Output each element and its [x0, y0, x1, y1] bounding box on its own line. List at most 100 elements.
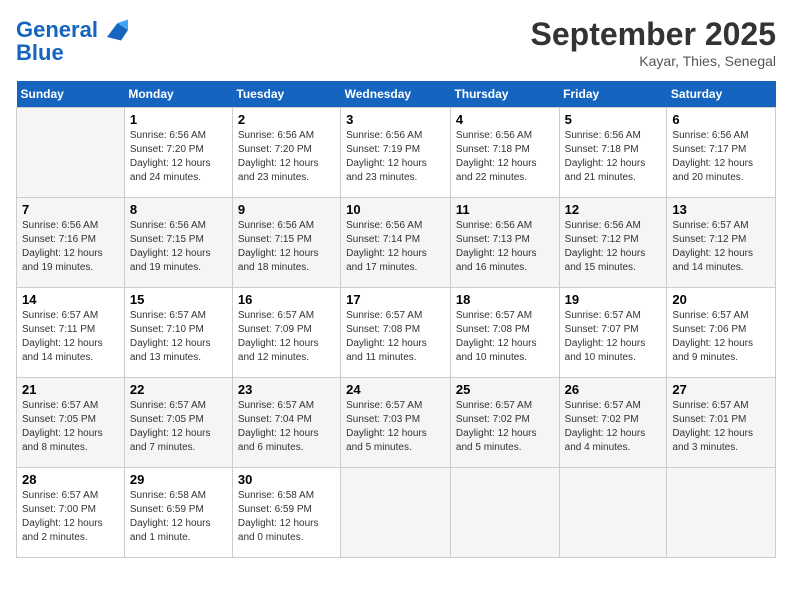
calendar-cell: 1Sunrise: 6:56 AM Sunset: 7:20 PM Daylig…: [124, 108, 232, 198]
calendar-body: 1Sunrise: 6:56 AM Sunset: 7:20 PM Daylig…: [17, 108, 776, 558]
day-header-saturday: Saturday: [667, 81, 776, 108]
day-header-thursday: Thursday: [450, 81, 559, 108]
calendar-cell: 4 Sunrise: 6:56 AM Sunset: 7:18 PM Daylig…: [450, 108, 559, 198]
day-info: Sunrise: 6:57 AM Sunset: 7:06 PM Dayligh…: [672, 309, 770, 365]
day-number: 23: [238, 382, 335, 397]
day-number: 27: [672, 382, 770, 397]
day-info: Sunrise: 6:56 AM Sunset: 7:20 PM Dayligh…: [238, 129, 335, 185]
calendar-cell: 21 Sunrise: 6:57 AM Sunset: 7:05 PM Dayli…: [17, 378, 125, 468]
day-info: Sunrise: 6:56 AM Sunset: 7:20 PM Dayligh…: [130, 129, 227, 185]
day-header-monday: Monday: [124, 81, 232, 108]
day-number: 3: [346, 112, 445, 127]
calendar-cell: 7Sunrise: 6:56 AM Sunset: 7:16 PM Daylig…: [17, 198, 125, 288]
calendar-cell: [341, 468, 451, 558]
calendar-week-row: 21 Sunrise: 6:57 AM Sunset: 7:05 PM Dayli…: [17, 378, 776, 468]
day-number: 22: [130, 382, 227, 397]
day-info: Sunrise: 6:57 AM Sunset: 7:02 PM Dayligh…: [456, 399, 554, 455]
calendar-cell: 15 Sunrise: 6:57 AM Sunset: 7:10 PM Dayli…: [124, 288, 232, 378]
calendar-cell: 14 Sunrise: 6:57 AM Sunset: 7:11 PM Dayli…: [17, 288, 125, 378]
calendar-cell: 26Sunrise: 6:57 AM Sunset: 7:02 PM Dayli…: [559, 378, 667, 468]
day-number: 16: [238, 292, 335, 307]
calendar-cell: [17, 108, 125, 198]
day-info: Sunrise: 6:57 AM Sunset: 7:04 PM Dayligh…: [238, 399, 335, 455]
calendar-cell: 24 Sunrise: 6:57 AM Sunset: 7:03 PM Dayli…: [341, 378, 451, 468]
day-info: Sunrise: 6:56 AM Sunset: 7:16 PM Dayligh…: [22, 219, 119, 275]
calendar-cell: 10Sunrise: 6:56 AM Sunset: 7:14 PM Dayli…: [341, 198, 451, 288]
day-number: 18: [456, 292, 554, 307]
calendar-cell: 9Sunrise: 6:56 AM Sunset: 7:15 PM Daylig…: [232, 198, 340, 288]
calendar-cell: 13 Sunrise: 6:57 AM Sunset: 7:12 PM Dayli…: [667, 198, 776, 288]
calendar-cell: 6Sunrise: 6:56 AM Sunset: 7:17 PM Daylig…: [667, 108, 776, 198]
day-info: Sunrise: 6:57 AM Sunset: 7:05 PM Dayligh…: [130, 399, 227, 455]
day-header-sunday: Sunday: [17, 81, 125, 108]
logo-text: General: [16, 18, 98, 42]
day-info: Sunrise: 6:56 AM Sunset: 7:18 PM Dayligh…: [565, 129, 662, 185]
day-number: 15: [130, 292, 227, 307]
day-info: Sunrise: 6:57 AM Sunset: 7:08 PM Dayligh…: [346, 309, 445, 365]
day-number: 26: [565, 382, 662, 397]
day-number: 9: [238, 202, 335, 217]
day-info: Sunrise: 6:57 AM Sunset: 7:11 PM Dayligh…: [22, 309, 119, 365]
day-number: 14: [22, 292, 119, 307]
calendar-cell: 25Sunrise: 6:57 AM Sunset: 7:02 PM Dayli…: [450, 378, 559, 468]
calendar-cell: 19 Sunrise: 6:57 AM Sunset: 7:07 PM Dayli…: [559, 288, 667, 378]
day-number: 24: [346, 382, 445, 397]
calendar-cell: 28 Sunrise: 6:57 AM Sunset: 7:00 PM Dayli…: [17, 468, 125, 558]
logo-icon: [100, 16, 128, 44]
month-title: September 2025: [531, 16, 776, 53]
calendar-table: SundayMondayTuesdayWednesdayThursdayFrid…: [16, 81, 776, 558]
day-info: Sunrise: 6:57 AM Sunset: 7:03 PM Dayligh…: [346, 399, 445, 455]
day-info: Sunrise: 6:57 AM Sunset: 7:07 PM Dayligh…: [565, 309, 662, 365]
day-info: Sunrise: 6:57 AM Sunset: 7:05 PM Dayligh…: [22, 399, 119, 455]
day-header-wednesday: Wednesday: [341, 81, 451, 108]
calendar-cell: 11Sunrise: 6:56 AM Sunset: 7:13 PM Dayli…: [450, 198, 559, 288]
day-info: Sunrise: 6:57 AM Sunset: 7:12 PM Dayligh…: [672, 219, 770, 275]
location: Kayar, Thies, Senegal: [531, 53, 776, 69]
calendar-cell: [450, 468, 559, 558]
day-info: Sunrise: 6:58 AM Sunset: 6:59 PM Dayligh…: [130, 489, 227, 545]
calendar-cell: 30Sunrise: 6:58 AM Sunset: 6:59 PM Dayli…: [232, 468, 340, 558]
calendar-cell: 27 Sunrise: 6:57 AM Sunset: 7:01 PM Dayli…: [667, 378, 776, 468]
calendar-cell: 23 Sunrise: 6:57 AM Sunset: 7:04 PM Dayli…: [232, 378, 340, 468]
day-number: 28: [22, 472, 119, 487]
calendar-week-row: 7Sunrise: 6:56 AM Sunset: 7:16 PM Daylig…: [17, 198, 776, 288]
day-info: Sunrise: 6:56 AM Sunset: 7:18 PM Dayligh…: [456, 129, 554, 185]
day-number: 8: [130, 202, 227, 217]
day-info: Sunrise: 6:57 AM Sunset: 7:08 PM Dayligh…: [456, 309, 554, 365]
day-number: 4: [456, 112, 554, 127]
day-number: 30: [238, 472, 335, 487]
logo: General Blue: [16, 16, 128, 66]
day-info: Sunrise: 6:57 AM Sunset: 7:00 PM Dayligh…: [22, 489, 119, 545]
calendar-cell: 18 Sunrise: 6:57 AM Sunset: 7:08 PM Dayli…: [450, 288, 559, 378]
day-info: Sunrise: 6:56 AM Sunset: 7:15 PM Dayligh…: [130, 219, 227, 275]
calendar-cell: 2 Sunrise: 6:56 AM Sunset: 7:20 PM Daylig…: [232, 108, 340, 198]
day-info: Sunrise: 6:57 AM Sunset: 7:10 PM Dayligh…: [130, 309, 227, 365]
calendar-cell: 29Sunrise: 6:58 AM Sunset: 6:59 PM Dayli…: [124, 468, 232, 558]
day-header-tuesday: Tuesday: [232, 81, 340, 108]
calendar-header-row: SundayMondayTuesdayWednesdayThursdayFrid…: [17, 81, 776, 108]
day-number: 5: [565, 112, 662, 127]
day-number: 20: [672, 292, 770, 307]
calendar-week-row: 14 Sunrise: 6:57 AM Sunset: 7:11 PM Dayli…: [17, 288, 776, 378]
day-header-friday: Friday: [559, 81, 667, 108]
title-block: September 2025 Kayar, Thies, Senegal: [531, 16, 776, 69]
calendar-cell: 22 Sunrise: 6:57 AM Sunset: 7:05 PM Dayli…: [124, 378, 232, 468]
calendar-cell: 17 Sunrise: 6:57 AM Sunset: 7:08 PM Dayli…: [341, 288, 451, 378]
calendar-cell: [559, 468, 667, 558]
day-number: 17: [346, 292, 445, 307]
day-number: 11: [456, 202, 554, 217]
day-number: 19: [565, 292, 662, 307]
day-number: 6: [672, 112, 770, 127]
calendar-week-row: 1Sunrise: 6:56 AM Sunset: 7:20 PM Daylig…: [17, 108, 776, 198]
calendar-cell: 5 Sunrise: 6:56 AM Sunset: 7:18 PM Daylig…: [559, 108, 667, 198]
calendar-cell: 16 Sunrise: 6:57 AM Sunset: 7:09 PM Dayli…: [232, 288, 340, 378]
day-info: Sunrise: 6:56 AM Sunset: 7:14 PM Dayligh…: [346, 219, 445, 275]
day-info: Sunrise: 6:56 AM Sunset: 7:12 PM Dayligh…: [565, 219, 662, 275]
day-number: 12: [565, 202, 662, 217]
day-number: 13: [672, 202, 770, 217]
day-info: Sunrise: 6:57 AM Sunset: 7:01 PM Dayligh…: [672, 399, 770, 455]
calendar-week-row: 28 Sunrise: 6:57 AM Sunset: 7:00 PM Dayli…: [17, 468, 776, 558]
day-info: Sunrise: 6:57 AM Sunset: 7:09 PM Dayligh…: [238, 309, 335, 365]
day-number: 21: [22, 382, 119, 397]
day-number: 2: [238, 112, 335, 127]
